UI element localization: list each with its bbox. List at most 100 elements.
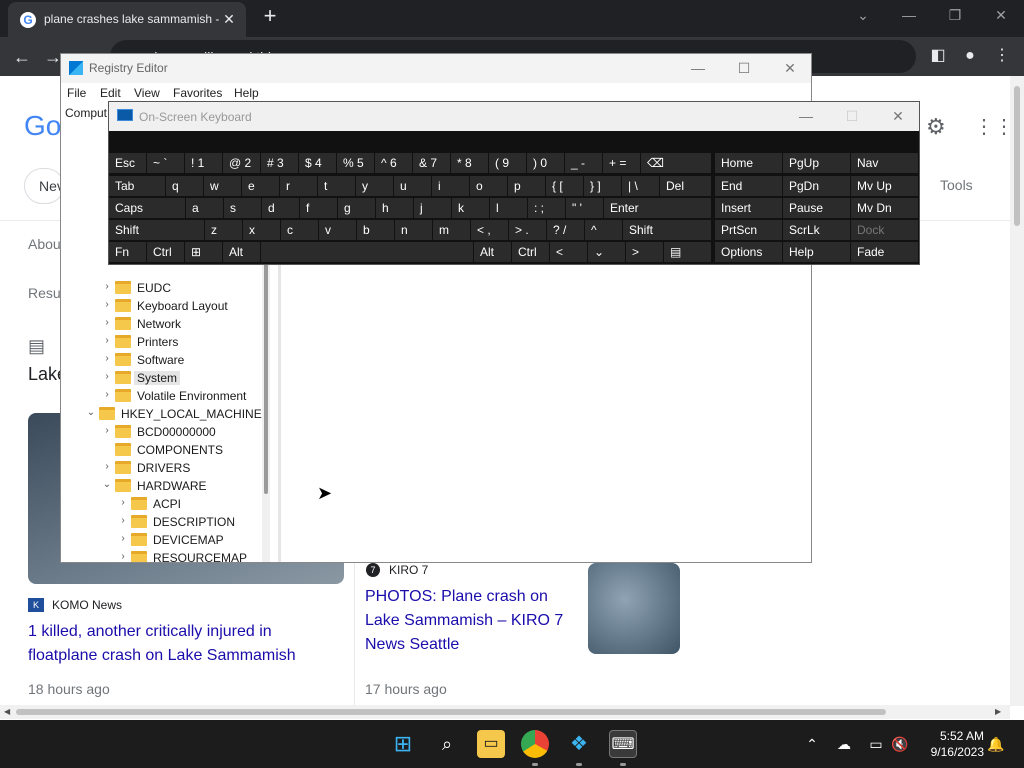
- key-symbol[interactable]: >: [626, 242, 663, 262]
- expand-chevron-icon[interactable]: ›: [101, 371, 113, 382]
- key-a[interactable]: a: [186, 198, 223, 218]
- osk-taskbar-icon[interactable]: ⌨: [609, 730, 637, 758]
- key-symbol[interactable]: : ;: [528, 198, 565, 218]
- key-shift[interactable]: Shift: [623, 220, 711, 240]
- expand-chevron-icon[interactable]: ›: [117, 515, 129, 526]
- regedit-minimize-button[interactable]: —: [683, 58, 713, 78]
- osk-titlebar[interactable]: On-Screen Keyboard — ☐ ✕: [109, 102, 919, 131]
- menu-icon[interactable]: ⋮: [990, 44, 1014, 68]
- key-8[interactable]: * 8: [451, 153, 488, 173]
- restore-button[interactable]: ❐: [941, 4, 969, 26]
- key-k[interactable]: k: [452, 198, 489, 218]
- side-panel-icon[interactable]: ◧: [926, 44, 950, 68]
- close-tab-icon[interactable]: ✕: [220, 10, 238, 28]
- key-del[interactable]: Del: [660, 176, 711, 196]
- settings-gear-icon[interactable]: ⚙: [926, 114, 946, 140]
- key-ctrl[interactable]: Ctrl: [147, 242, 184, 262]
- key-5[interactable]: % 5: [337, 153, 374, 173]
- regedit-titlebar[interactable]: Registry Editor — ☐ ✕: [61, 54, 811, 83]
- key-symbol[interactable]: <: [550, 242, 587, 262]
- search-icon[interactable]: ⌕: [433, 730, 461, 758]
- key-1[interactable]: ! 1: [185, 153, 222, 173]
- key-symbol[interactable]: > .: [509, 220, 546, 240]
- key-prtscn[interactable]: PrtScn: [715, 220, 782, 240]
- key-fade[interactable]: Fade: [851, 242, 918, 262]
- key-e[interactable]: e: [242, 176, 279, 196]
- key-t[interactable]: t: [318, 176, 355, 196]
- file-explorer-icon[interactable]: ▭: [477, 730, 505, 758]
- menu-help[interactable]: Help: [234, 86, 259, 100]
- key-insert[interactable]: Insert: [715, 198, 782, 218]
- vertical-scroll-thumb[interactable]: [1014, 86, 1020, 226]
- expand-chevron-icon[interactable]: ›: [117, 497, 129, 508]
- news-headline-1[interactable]: 1 killed, another critically injured in …: [28, 620, 328, 668]
- key-b[interactable]: b: [357, 220, 394, 240]
- menu-view[interactable]: View: [134, 86, 160, 100]
- key-scrlk[interactable]: ScrLk: [783, 220, 850, 240]
- vertical-scrollbar[interactable]: [1010, 76, 1024, 706]
- system-clock[interactable]: 5:52 AM 9/16/2023: [920, 728, 984, 760]
- key-symbol[interactable]: + =: [603, 153, 640, 173]
- scroll-left-icon[interactable]: ◀: [4, 707, 10, 716]
- chrome-icon[interactable]: [521, 730, 549, 758]
- back-icon[interactable]: ←: [9, 44, 35, 70]
- key-6[interactable]: ^ 6: [375, 153, 412, 173]
- menu-edit[interactable]: Edit: [100, 86, 121, 100]
- key-g[interactable]: g: [338, 198, 375, 218]
- key-options[interactable]: Options: [715, 242, 782, 262]
- apps-grid-icon[interactable]: ⋮⋮: [974, 114, 1014, 139]
- key-symbol[interactable]: " ': [566, 198, 603, 218]
- news-headline-2[interactable]: PHOTOS: Plane crash on Lake Sammamish – …: [365, 585, 580, 657]
- key-tab[interactable]: Tab: [109, 176, 165, 196]
- key-n[interactable]: n: [395, 220, 432, 240]
- key-end[interactable]: End: [715, 176, 782, 196]
- expand-chevron-icon[interactable]: ›: [117, 533, 129, 544]
- show-hidden-icons-chevron-icon[interactable]: ⌃: [802, 734, 822, 754]
- expand-chevron-icon[interactable]: ›: [101, 389, 113, 400]
- key-fn[interactable]: Fn: [109, 242, 146, 262]
- key-4[interactable]: $ 4: [299, 153, 336, 173]
- key-symbol[interactable]: ⌄: [588, 242, 625, 262]
- news-chip[interactable]: Nev: [24, 168, 64, 204]
- key-symbol[interactable]: < ,: [471, 220, 508, 240]
- minimize-button[interactable]: —: [895, 4, 923, 26]
- volume-muted-icon[interactable]: 🔇: [890, 734, 910, 754]
- key-q[interactable]: q: [166, 176, 203, 196]
- key-z[interactable]: z: [205, 220, 242, 240]
- google-logo[interactable]: Go: [24, 110, 61, 142]
- key-dock[interactable]: Dock: [851, 220, 918, 240]
- key-r[interactable]: r: [280, 176, 317, 196]
- key-mv-up[interactable]: Mv Up: [851, 176, 918, 196]
- expand-chevron-icon[interactable]: ›: [101, 461, 113, 472]
- start-icon[interactable]: ⊞: [389, 730, 417, 758]
- tab-search-icon[interactable]: ⌄: [849, 4, 877, 26]
- key-l[interactable]: l: [490, 198, 527, 218]
- key-y[interactable]: y: [356, 176, 393, 196]
- key-ctrl[interactable]: Ctrl: [512, 242, 549, 262]
- key-alt[interactable]: Alt: [474, 242, 511, 262]
- key-symbol[interactable]: | \: [622, 176, 659, 196]
- key-d[interactable]: d: [262, 198, 299, 218]
- key-w[interactable]: w: [204, 176, 241, 196]
- key-0[interactable]: ) 0: [527, 153, 564, 173]
- key-p[interactable]: p: [508, 176, 545, 196]
- horizontal-scroll-thumb[interactable]: [16, 709, 886, 715]
- menu-favorites[interactable]: Favorites: [173, 86, 222, 100]
- key-shift[interactable]: Shift: [109, 220, 204, 240]
- key-9[interactable]: ( 9: [489, 153, 526, 173]
- key-caps[interactable]: Caps: [109, 198, 185, 218]
- key-space[interactable]: [261, 242, 473, 262]
- key-symbol[interactable]: _ -: [565, 153, 602, 173]
- expand-chevron-icon[interactable]: ›: [101, 425, 113, 436]
- key-alt[interactable]: Alt: [223, 242, 260, 262]
- expand-chevron-icon[interactable]: ›: [117, 551, 129, 562]
- notifications-bell-icon[interactable]: 🔔: [986, 734, 1006, 754]
- key-symbol[interactable]: ? /: [547, 220, 584, 240]
- key-j[interactable]: j: [414, 198, 451, 218]
- onedrive-icon[interactable]: ☁: [834, 734, 854, 754]
- key-symbol[interactable]: { [: [546, 176, 583, 196]
- key-symbol[interactable]: ⊞: [185, 242, 222, 262]
- key-esc[interactable]: Esc: [109, 153, 146, 173]
- close-window-button[interactable]: ✕: [987, 4, 1015, 26]
- expand-chevron-icon[interactable]: ›: [101, 281, 113, 292]
